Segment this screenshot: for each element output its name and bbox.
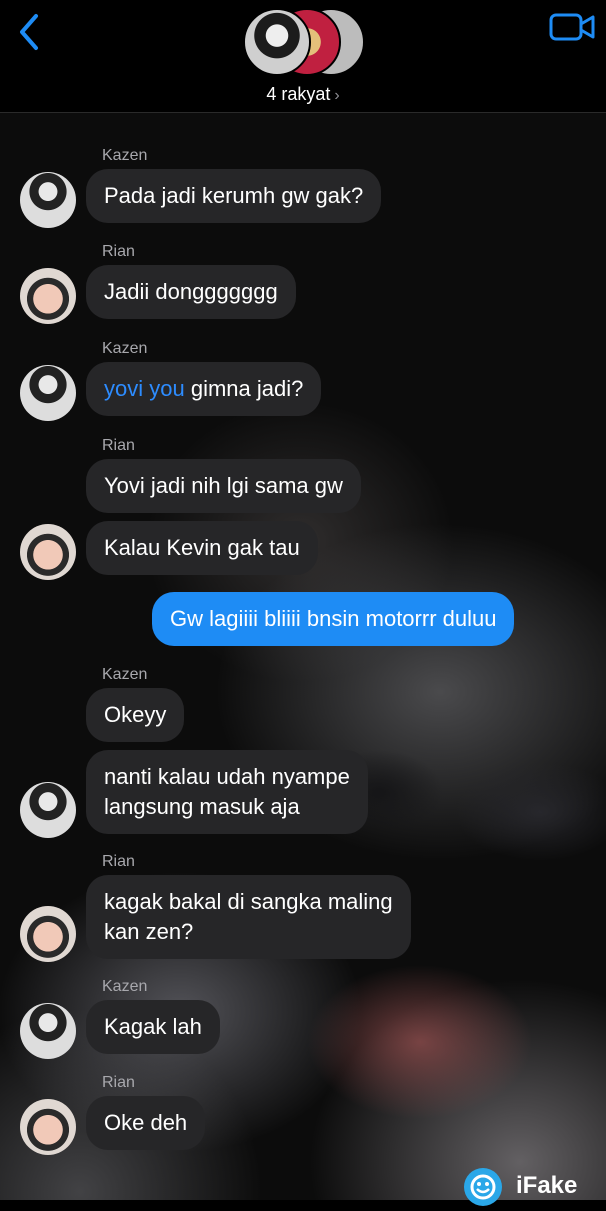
message-text: Pada jadi kerumh gw gak? bbox=[104, 183, 364, 208]
group-avatars[interactable] bbox=[243, 6, 365, 76]
sender-name: Kazen bbox=[102, 340, 148, 357]
sender-name: Rian bbox=[102, 437, 135, 454]
avatar[interactable] bbox=[20, 782, 76, 838]
avatar[interactable] bbox=[20, 524, 76, 580]
message-bubble[interactable]: Oke deh bbox=[86, 1096, 206, 1150]
message-text: Jadii donggggggg bbox=[104, 279, 278, 304]
message-bubble[interactable]: Kagak lah bbox=[86, 1000, 220, 1054]
avatar[interactable] bbox=[20, 172, 76, 228]
message-text: langsung masuk aja bbox=[104, 794, 300, 819]
chevron-right-icon: › bbox=[334, 87, 340, 104]
message-bubble[interactable]: Jadii donggggggg bbox=[86, 265, 296, 319]
message-text: gimna jadi? bbox=[184, 376, 304, 401]
avatar[interactable] bbox=[20, 268, 76, 324]
message-text: Okeyy bbox=[104, 702, 167, 727]
avatar bbox=[243, 8, 311, 76]
message-bubble-outgoing[interactable]: Gw lagiiii bliiii bnsin motorrr duluu bbox=[152, 592, 515, 646]
message-text: kagak bakal di sangka maling bbox=[104, 889, 393, 914]
video-camera-icon[interactable] bbox=[548, 12, 596, 42]
sender-name: Kazen bbox=[102, 666, 148, 683]
chat-header: 4 rakyat › bbox=[0, 0, 606, 113]
avatar[interactable] bbox=[20, 365, 76, 421]
ifake-watermark: iFake bbox=[464, 1166, 594, 1206]
sender-name: Rian bbox=[102, 243, 135, 260]
avatar[interactable] bbox=[20, 906, 76, 962]
message-bubble[interactable]: Pada jadi kerumh gw gak? bbox=[86, 169, 382, 223]
avatar[interactable] bbox=[20, 1003, 76, 1059]
chevron-left-icon[interactable] bbox=[10, 10, 50, 54]
sender-name: Kazen bbox=[102, 147, 148, 164]
message-bubble[interactable]: Yovi jadi nih lgi sama gw bbox=[86, 459, 361, 513]
message-text: Kagak lah bbox=[104, 1014, 202, 1039]
message-text: Gw lagiiii bliiii bnsin motorrr duluu bbox=[170, 606, 497, 631]
message-bubble[interactable]: yovi you gimna jadi? bbox=[86, 362, 322, 416]
message-bubble[interactable]: Okeyy bbox=[86, 688, 185, 742]
sender-name: Rian bbox=[102, 1074, 135, 1091]
message-text: Oke deh bbox=[104, 1110, 188, 1135]
group-name-label: 4 rakyat bbox=[266, 84, 331, 104]
ifake-logo-icon bbox=[464, 1168, 502, 1206]
message-text: Yovi jadi nih lgi sama gw bbox=[104, 473, 343, 498]
message-text: nanti kalau udah nyampe bbox=[104, 764, 350, 789]
sender-name: Rian bbox=[102, 853, 135, 870]
message-text: Kalau Kevin gak tau bbox=[104, 535, 300, 560]
watermark-text: iFake bbox=[516, 1172, 578, 1199]
avatar[interactable] bbox=[20, 1099, 76, 1155]
message-bubble[interactable]: Kalau Kevin gak tau bbox=[86, 521, 318, 575]
message-text: kan zen? bbox=[104, 919, 194, 944]
mention[interactable]: yovi you bbox=[104, 376, 185, 401]
message-bubble[interactable]: nanti kalau udah nyampe langsung masuk aj… bbox=[86, 750, 368, 834]
message-bubble[interactable]: kagak bakal di sangka maling kan zen? bbox=[86, 875, 411, 959]
sender-name: Kazen bbox=[102, 978, 148, 995]
group-name[interactable]: 4 rakyat › bbox=[0, 84, 606, 105]
